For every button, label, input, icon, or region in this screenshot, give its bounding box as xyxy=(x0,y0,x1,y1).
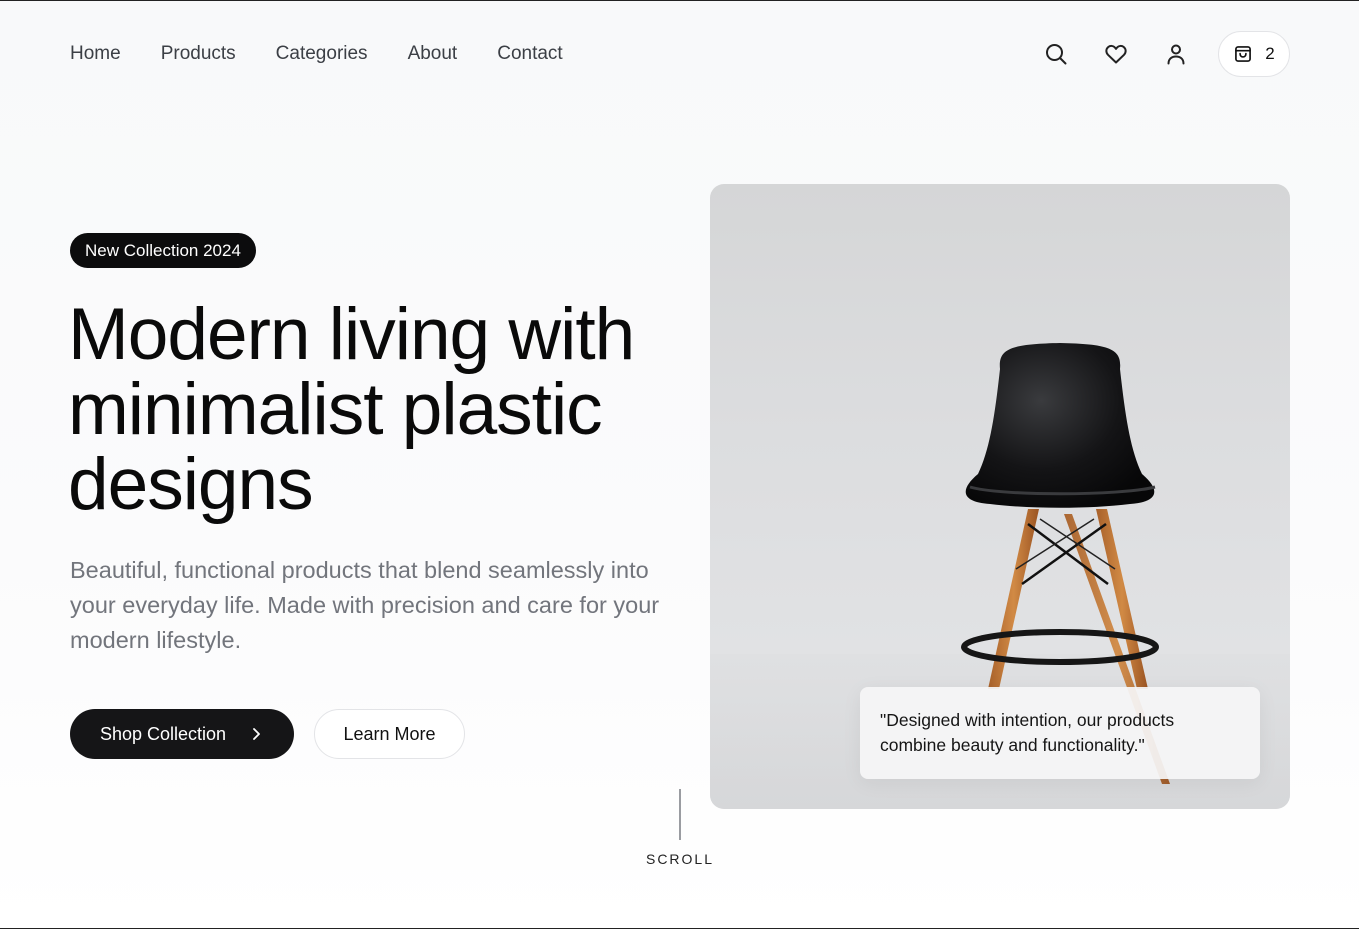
user-icon xyxy=(1167,44,1185,65)
nav-link-about[interactable]: About xyxy=(408,43,458,65)
learn-more-button[interactable]: Learn More xyxy=(314,709,465,759)
shopping-bag-icon xyxy=(1235,46,1252,62)
search-button[interactable] xyxy=(1026,32,1086,76)
shop-collection-label: Shop Collection xyxy=(99,723,227,744)
cart-button[interactable]: 2 xyxy=(1218,31,1290,77)
shop-collection-button[interactable]: Shop Collection xyxy=(70,709,294,759)
nav-link-contact[interactable]: Contact xyxy=(497,43,562,65)
nav-icons: 2 xyxy=(1026,31,1290,77)
hero-title: Modern living with minimalist plastic de… xyxy=(68,294,635,525)
main-navigation: Home Products Categories About Contact 2 xyxy=(0,1,1359,107)
nav-link-categories[interactable]: Categories xyxy=(276,43,368,65)
nav-link-products[interactable]: Products xyxy=(161,43,236,65)
chevron-right-icon xyxy=(253,728,260,740)
cart-count-badge: 2 xyxy=(1265,44,1275,63)
scroll-label[interactable]: SCROLL xyxy=(630,851,730,867)
heart-icon xyxy=(1105,44,1127,64)
nav-links: Home Products Categories About Contact xyxy=(70,43,563,65)
wishlist-button[interactable] xyxy=(1086,32,1146,76)
search-icon xyxy=(1046,44,1067,65)
quote-card: "Designed with intention, our products c… xyxy=(860,687,1260,779)
account-button[interactable] xyxy=(1146,32,1206,76)
hero-subtitle: Beautiful, functional products that blen… xyxy=(70,557,660,653)
nav-link-home[interactable]: Home xyxy=(70,43,121,65)
collection-badge: New Collection 2024 xyxy=(70,233,256,268)
scroll-indicator-line xyxy=(679,789,681,840)
